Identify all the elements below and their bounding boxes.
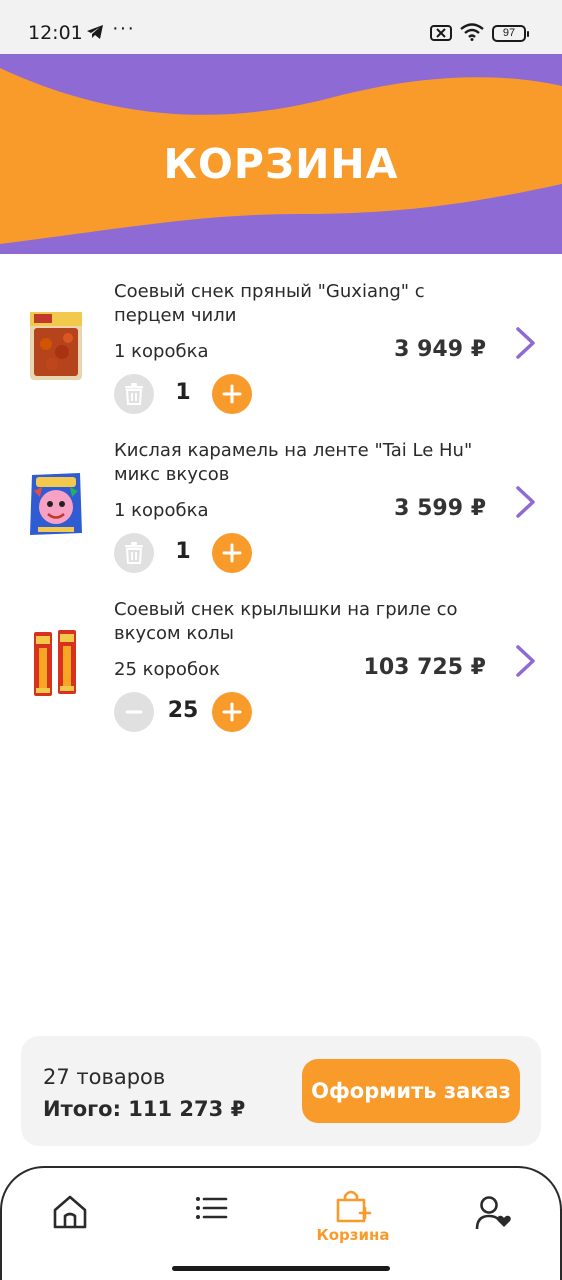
package-quantity: 1 коробка [114, 500, 209, 521]
battery-indicator: 97 [492, 25, 529, 42]
product-name[interactable]: Соевый снек пряный "Guxiang" с перцем чи… [114, 280, 484, 328]
remove-item-button[interactable] [114, 533, 154, 573]
package-quantity: 1 коробка [114, 341, 209, 362]
catalog-list-icon [196, 1197, 228, 1219]
increment-button[interactable] [212, 692, 252, 732]
nav-home[interactable] [25, 1168, 115, 1258]
product-price: 3 949 ₽ [394, 337, 486, 362]
trash-icon [125, 542, 143, 564]
nav-catalog[interactable] [166, 1168, 256, 1258]
minus-icon [125, 710, 143, 714]
wifi-icon [460, 23, 484, 41]
remove-item-button[interactable] [114, 374, 154, 414]
nav-cart-label: Корзина [316, 1226, 390, 1244]
package-quantity: 25 коробок [114, 659, 220, 680]
product-image-soy-snack-chili[interactable] [26, 310, 86, 382]
checkout-button[interactable]: Оформить заказ [302, 1059, 520, 1123]
chevron-right-icon[interactable] [512, 485, 538, 519]
chevron-right-icon[interactable] [512, 644, 538, 678]
bottom-navigation: Корзина [0, 1166, 562, 1280]
product-image-soy-wings-cola[interactable] [26, 628, 86, 700]
quantity-stepper: 1 [114, 533, 264, 575]
quantity-value: 1 [175, 380, 191, 405]
quantity-value: 1 [175, 539, 191, 564]
status-time: 12:01 [28, 22, 83, 44]
decrement-button[interactable] [114, 692, 154, 732]
product-image-sour-candy-belt[interactable] [26, 469, 86, 541]
product-name[interactable]: Кислая карамель на ленте "Tai Le Hu" мик… [114, 439, 484, 487]
cart-item: Соевый снек крылышки на гриле со вкусом … [0, 598, 562, 748]
plus-icon [222, 543, 242, 563]
page-title: КОРЗИНА [163, 140, 399, 188]
trash-icon [125, 383, 143, 405]
quantity-stepper: 25 [114, 692, 264, 734]
product-price: 103 725 ₽ [363, 655, 486, 680]
quantity-stepper: 1 [114, 374, 264, 416]
quantity-value: 25 [167, 698, 199, 723]
nav-profile[interactable] [448, 1168, 538, 1258]
chevron-right-icon[interactable] [512, 326, 538, 360]
status-bar: 12:01 ··· 97 [0, 0, 562, 56]
items-count: 27 товаров [43, 1065, 166, 1089]
nav-cart[interactable]: Корзина [308, 1168, 398, 1258]
order-total: Итого: 111 273 ₽ [43, 1097, 246, 1121]
profile-icon [475, 1196, 511, 1230]
cart-item: Соевый снек пряный "Guxiang" с перцем чи… [0, 280, 562, 430]
no-sim-icon [430, 25, 452, 41]
product-price: 3 599 ₽ [394, 496, 486, 521]
plus-icon [222, 702, 242, 722]
cart-item: Кислая карамель на ленте "Tai Le Hu" мик… [0, 439, 562, 589]
cart-icon [336, 1190, 372, 1223]
more-notifications-icon: ··· [112, 17, 135, 39]
order-summary: 27 товаров Итого: 111 273 ₽ Оформить зак… [21, 1036, 541, 1146]
plus-icon [222, 384, 242, 404]
increment-button[interactable] [212, 533, 252, 573]
cart-header: КОРЗИНА [0, 54, 562, 254]
telegram-icon [87, 25, 103, 39]
home-icon [53, 1195, 87, 1229]
product-name[interactable]: Соевый снек крылышки на гриле со вкусом … [114, 598, 484, 646]
home-indicator [172, 1266, 390, 1271]
increment-button[interactable] [212, 374, 252, 414]
